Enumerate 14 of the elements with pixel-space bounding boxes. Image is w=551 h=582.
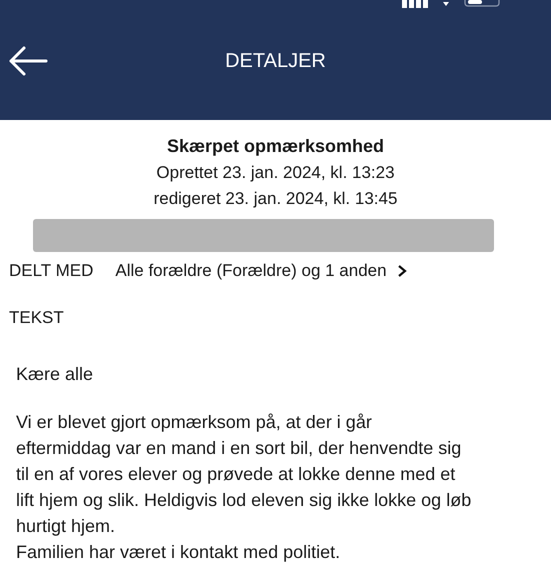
- edited-date: redigeret 23. jan. 2024, kl. 13:45: [154, 189, 398, 209]
- chevron-right-icon: [396, 264, 407, 278]
- message-subject: Skærpet opmærksomhed: [166, 136, 384, 157]
- signal-icon: [402, 0, 428, 8]
- back-button[interactable]: [8, 45, 48, 77]
- message-body: Vi er blevet gjort opmærksom på, at der i går eftermiddag var en mand i en sort bil, der henvendte sig til en af vores elever og prøvede at lokke denne med et lift hjem og slik. Heldigvis lod eleven sig ikke lokke og løb hurtigt hjem. Familien har været i kontakt med politiet.: [15, 411, 472, 564]
- text-label: TEKST: [9, 308, 65, 328]
- greeting-text: Kære alle: [15, 364, 94, 385]
- screen-title: DETALJER: [225, 50, 326, 72]
- created-date: Oprettet 23. jan. 2024, kl. 13:23: [156, 163, 395, 183]
- recipients-link[interactable]: Alle forældre (Forældre) og 1 anden: [115, 261, 407, 281]
- shared-with-label: DELT MED: [9, 261, 94, 281]
- battery-icon: [464, 0, 500, 7]
- data-arrow-icon: [442, 0, 450, 8]
